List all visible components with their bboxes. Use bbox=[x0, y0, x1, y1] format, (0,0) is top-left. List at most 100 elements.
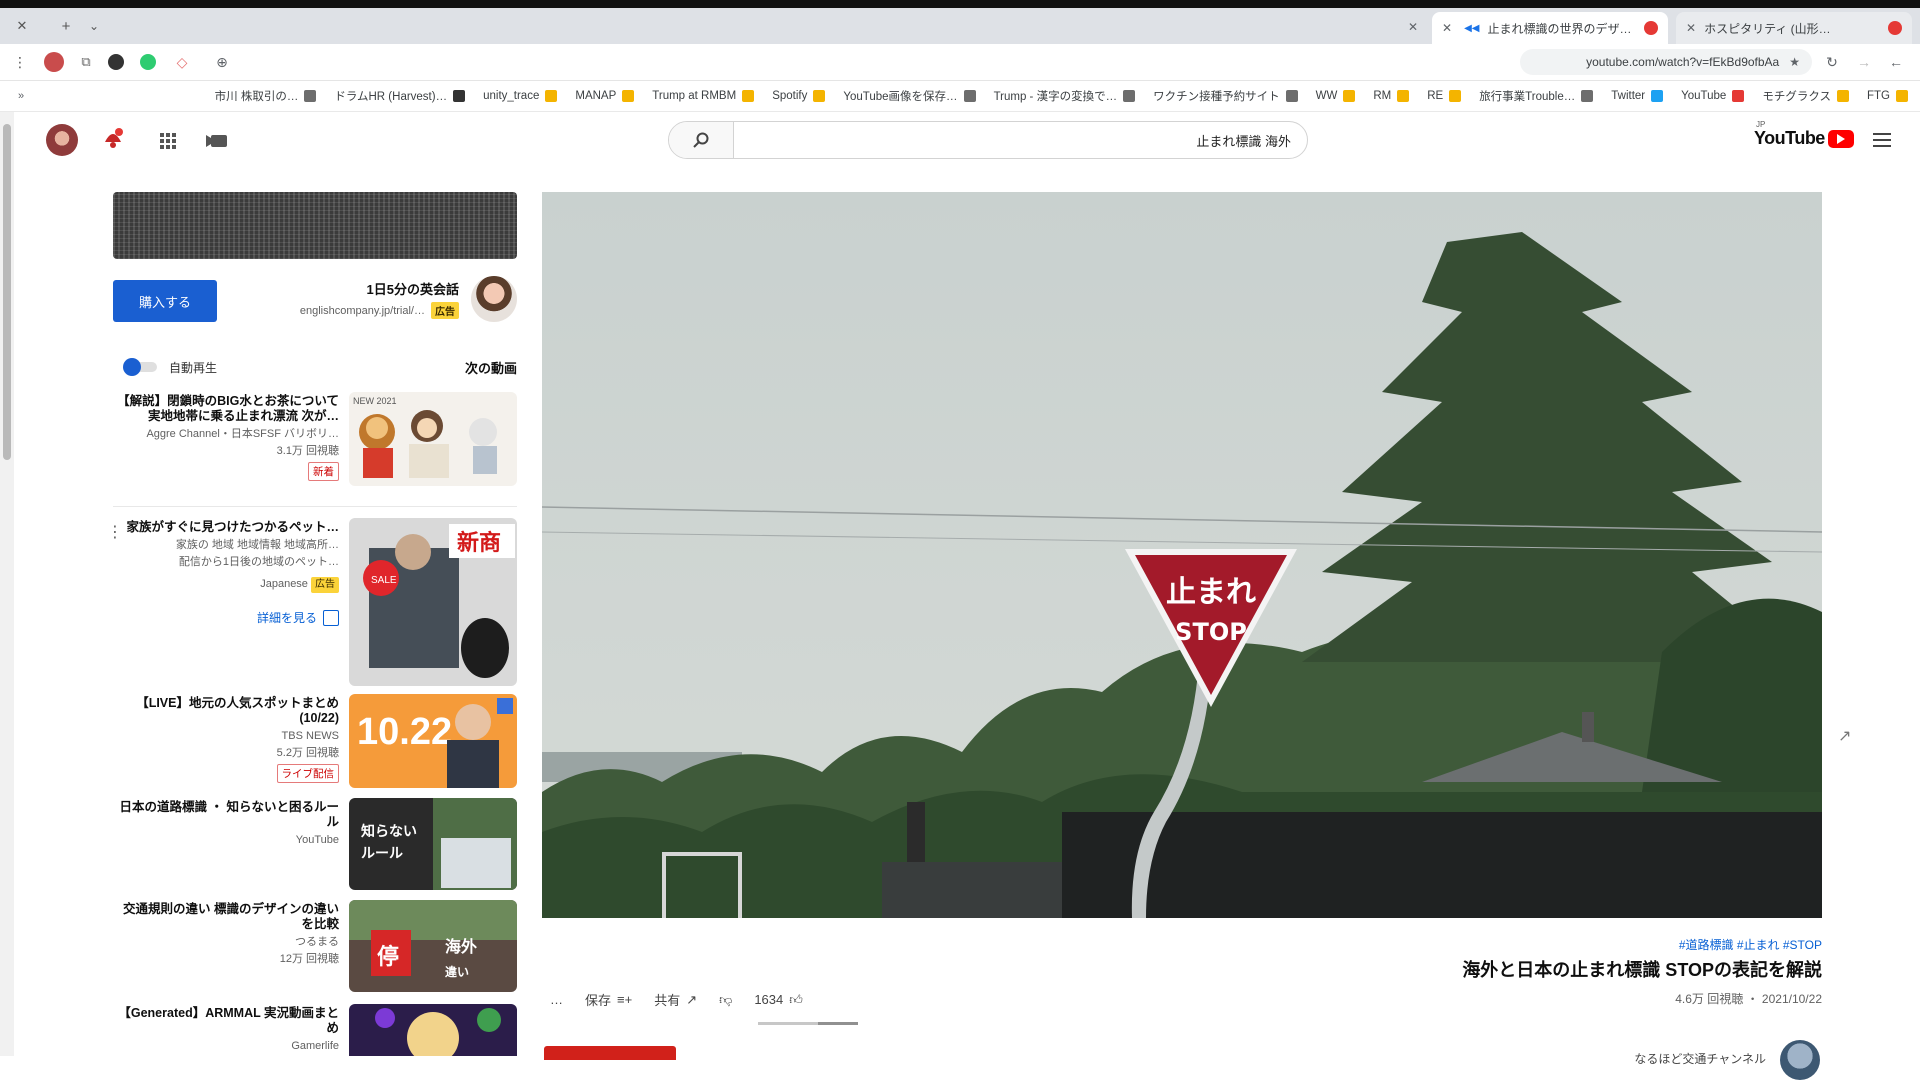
list-item-ad[interactable]: 新商 SALE 家族がすぐに見つけたつかるペット… 家族の 地域 地域情報 地域… bbox=[107, 518, 517, 688]
notifications-bell-icon[interactable] bbox=[98, 124, 128, 152]
bookmark-star-icon[interactable]: ★ bbox=[1789, 55, 1800, 69]
video-title[interactable]: 【解説】閉鎖時のBIG水とお茶について 実地地帯に乗る止まれ漂流 次が… bbox=[113, 394, 339, 424]
close-tab-icon[interactable]: ✕ bbox=[1686, 21, 1696, 35]
channel-name[interactable]: YouTube bbox=[113, 833, 339, 847]
ad-title[interactable]: 1日5分の英会話 bbox=[367, 279, 459, 298]
account-avatar[interactable] bbox=[46, 124, 78, 156]
bookmark-item[interactable]: モチグラクス bbox=[1762, 87, 1849, 105]
autoplay-toggle[interactable] bbox=[123, 358, 141, 376]
list-item[interactable]: 知らない ルール 日本の道路標識 ・ 知らないと困るルール YouTube bbox=[113, 798, 517, 892]
profile-avatar[interactable] bbox=[44, 52, 64, 72]
list-item[interactable]: NEW 2021 【解説】閉鎖時のBIG水とお茶について 実地地帯に乗る止まれ漂… bbox=[113, 392, 517, 488]
ad-video-title[interactable]: 家族がすぐに見つけたつかるペット… bbox=[113, 520, 339, 535]
hamburger-menu-icon[interactable] bbox=[1870, 128, 1894, 152]
channel-name[interactable]: TBS NEWS bbox=[113, 729, 339, 743]
search-input[interactable]: 止まれ標識 海外 bbox=[734, 122, 1307, 158]
list-item[interactable]: 停 海外 違い 交通規則の違い 標識のデザインの違いを比較 つるまる 12万 回… bbox=[113, 900, 517, 994]
extensions-menu-icon[interactable]: ⊕ bbox=[212, 52, 232, 72]
ad-cta-button[interactable]: 購入する bbox=[113, 280, 217, 322]
extension-icon[interactable] bbox=[140, 54, 156, 70]
tab-title: 止まれ標識の世界のデザ… bbox=[1487, 21, 1632, 36]
bookmark-favicon-icon bbox=[1123, 90, 1136, 102]
tab-active[interactable]: ✕ ◀◀ 止まれ標識の世界のデザ… bbox=[1432, 12, 1668, 44]
bookmark-item[interactable]: ワクチン接種予約サイト bbox=[1153, 87, 1298, 105]
channel-name[interactable]: Gamerlife bbox=[113, 1039, 339, 1053]
video-thumbnail[interactable]: 停 海外 違い bbox=[349, 900, 517, 992]
dislike-button[interactable]: 👎︎ bbox=[719, 992, 732, 1008]
apps-grid-icon[interactable] bbox=[156, 129, 180, 153]
subscribe-button[interactable] bbox=[544, 1046, 676, 1060]
video-player[interactable]: 止まれ STOP bbox=[542, 192, 1822, 918]
search-box[interactable]: 止まれ標識 海外 bbox=[668, 121, 1308, 159]
list-item[interactable]: 【Generated】ARMMAL 実況動画まとめ Gamerlife bbox=[113, 1004, 517, 1056]
bookmark-item[interactable]: ドラムHR (Harvest)… bbox=[334, 87, 466, 105]
bookmark-item[interactable]: Spotify bbox=[772, 87, 826, 105]
up-next-header: 自動再生 次の動画 bbox=[113, 356, 517, 378]
bookmark-item[interactable]: Trump at RMBM bbox=[652, 87, 755, 105]
extension-icon[interactable]: ◇ bbox=[172, 52, 192, 72]
bookmark-favicon-icon bbox=[622, 90, 635, 102]
channel-name[interactable]: なるほど交通チャンネル bbox=[1634, 1050, 1766, 1067]
extension-puzzle-icon[interactable]: ⧉ bbox=[76, 52, 96, 72]
tab-search-chevron-icon[interactable]: ⌄ bbox=[84, 16, 104, 36]
bookmark-item[interactable]: 市川 株取引の… bbox=[215, 87, 317, 105]
page-edge-arrow-icon[interactable]: ↗ bbox=[1838, 726, 1851, 746]
bookmark-item[interactable]: WW bbox=[1316, 87, 1356, 105]
svg-text:10.22: 10.22 bbox=[357, 711, 452, 753]
save-button[interactable]: 保存 ≡+ bbox=[585, 990, 632, 1009]
video-thumbnail[interactable]: 10.22 bbox=[349, 694, 517, 788]
reload-icon[interactable]: ↻ bbox=[1822, 52, 1842, 72]
more-options-icon[interactable]: ⋮ bbox=[107, 522, 123, 542]
video-thumbnail[interactable]: 知らない ルール bbox=[349, 798, 517, 890]
ad-details-link[interactable]: 詳細を見る bbox=[113, 609, 339, 626]
youtube-logo[interactable]: YouTube JP bbox=[1754, 120, 1854, 149]
forward-arrow-icon[interactable]: → bbox=[1854, 52, 1874, 72]
back-arrow-icon[interactable]: ← bbox=[1886, 52, 1906, 72]
bookmark-item[interactable]: 旅行事業Trouble… bbox=[1479, 87, 1594, 105]
extension-icon[interactable] bbox=[108, 54, 124, 70]
video-title[interactable]: 【LIVE】地元の人気スポットまとめ (10/22) bbox=[113, 696, 339, 726]
bookmark-item[interactable]: FTG bbox=[1867, 87, 1908, 105]
video-hashtags[interactable]: #道路標識 #止まれ #STOP bbox=[1679, 936, 1822, 953]
video-title[interactable]: 【Generated】ARMMAL 実況動画まとめ bbox=[113, 1006, 339, 1036]
bookmark-item[interactable]: Twitter bbox=[1611, 87, 1664, 105]
channel-avatar[interactable] bbox=[1780, 1040, 1820, 1080]
tab-inactive[interactable]: ✕ ホスピタリティ (山形… bbox=[1676, 12, 1912, 44]
channel-name[interactable]: Aggre Channel・日本SFSF バリボリ… bbox=[113, 427, 339, 441]
tab-close-icon[interactable]: ✕ bbox=[1404, 18, 1422, 36]
address-bar[interactable]: youtube.com/watch?v=fEkBd9ofbAa ★ bbox=[1520, 49, 1812, 75]
video-thumbnail[interactable]: NEW 2021 bbox=[349, 392, 517, 486]
bookmark-item[interactable]: RE bbox=[1427, 87, 1462, 105]
bookmark-item[interactable]: YouTube bbox=[1681, 87, 1745, 105]
other-bookmarks-icon[interactable]: » bbox=[12, 87, 30, 105]
create-video-icon[interactable] bbox=[204, 129, 230, 153]
more-actions-button[interactable]: … bbox=[550, 992, 563, 1007]
like-button[interactable]: 1634 👍︎ bbox=[754, 992, 803, 1008]
ad-card: 購入する 1日5分の英会話 englishcompany.jp/trial/… … bbox=[113, 276, 517, 326]
bookmark-item[interactable]: Trump - 漢字の変換で… bbox=[994, 87, 1136, 105]
ad-thumbnail[interactable]: 新商 SALE bbox=[349, 518, 517, 686]
list-item[interactable]: 10.22 【LIVE】地元の人気スポットまとめ (10/22) TBS NEW… bbox=[113, 694, 517, 790]
video-title[interactable]: 交通規則の違い 標識のデザインの違いを比較 bbox=[113, 902, 339, 932]
bookmark-item[interactable]: RM bbox=[1373, 87, 1410, 105]
scrollbar-thumb[interactable] bbox=[3, 124, 11, 460]
ad-banner[interactable] bbox=[113, 192, 517, 259]
bookmark-item[interactable]: MANAP bbox=[575, 87, 635, 105]
bookmark-item[interactable]: YouTube画像を保存… bbox=[843, 87, 976, 105]
view-count: 12万 回視聴 bbox=[279, 953, 339, 965]
close-tab-icon[interactable]: ✕ bbox=[1442, 21, 1452, 35]
video-title[interactable]: 日本の道路標識 ・ 知らないと困るルール bbox=[113, 800, 339, 830]
bookmark-item[interactable]: unity_trace bbox=[483, 87, 558, 105]
browser-menu-icon[interactable]: ⋮ bbox=[12, 52, 28, 72]
new-window-icon[interactable]: + bbox=[56, 16, 76, 36]
channel-name[interactable]: つるまる bbox=[113, 935, 339, 949]
search-button[interactable] bbox=[669, 122, 734, 158]
bookmark-label: RM bbox=[1373, 90, 1392, 102]
stop-sign-jp-text: 止まれ bbox=[1166, 575, 1256, 610]
advertiser-avatar[interactable] bbox=[471, 276, 517, 322]
video-thumbnail[interactable] bbox=[349, 1004, 517, 1056]
share-button[interactable]: 共有 ↗ bbox=[654, 990, 697, 1009]
autoplay-label: 自動再生 bbox=[169, 361, 218, 375]
window-close-icon[interactable]: ✕ bbox=[12, 16, 32, 36]
bookmark-label: YouTube画像を保存… bbox=[843, 91, 958, 103]
